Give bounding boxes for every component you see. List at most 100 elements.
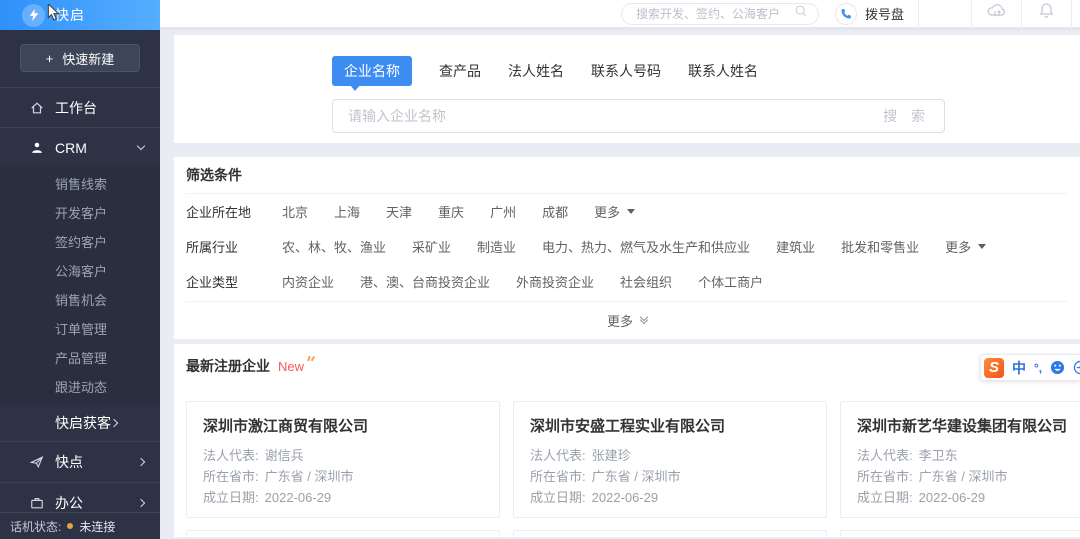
founded-date-value: 2022-06-29 (918, 490, 986, 505)
enterprise-card[interactable] (840, 530, 1080, 537)
sidebar-item-label: 快点 (55, 454, 83, 470)
caret-down-icon (978, 244, 987, 253)
more-label: 更多 (594, 205, 621, 220)
enterprise-card[interactable]: 深圳市激江商贸有限公司 法人代表: 谢信兵 所在省市: 广东省 / 深圳市 成立日期… (186, 401, 500, 518)
filter-option[interactable]: 个体工商户 (698, 272, 763, 291)
topbar: 拨号盘 (160, 0, 1080, 30)
filter-label: 所属行业 (186, 240, 239, 255)
notifications-button[interactable] (1022, 0, 1071, 29)
filter-option[interactable]: 批发和零售业 (841, 237, 919, 256)
cloud-sync-icon (986, 2, 1008, 25)
legal-rep-label: 法人代表: (203, 448, 259, 463)
filter-option[interactable]: 建筑业 (776, 237, 815, 256)
tab-product-search[interactable]: 查产品 (439, 61, 481, 81)
enterprise-name: 深圳市激江商贸有限公司 (203, 418, 369, 435)
enterprise-name: 深圳市安盛工程实业有限公司 (530, 418, 726, 435)
mouse-cursor-icon (47, 2, 61, 26)
sidebar-item-lead-acquisition[interactable]: 快启获客 (0, 405, 160, 441)
legal-rep-value: 李卫东 (918, 448, 958, 463)
region-label: 所在省市: (857, 469, 913, 484)
tab-contact-name[interactable]: 联系人姓名 (688, 61, 758, 81)
expand-more-label: 更多 (606, 314, 633, 329)
sidebar-item-signed-customers[interactable]: 签约客户 (0, 228, 160, 257)
filter-more-location[interactable]: 更多 (594, 202, 636, 221)
enterprise-card[interactable]: 深圳市安盛工程实业有限公司 法人代表: 张建珍 所在省市: 广东省 / 深圳市 成立… (513, 401, 827, 518)
sidebar-item-order-management[interactable]: 订单管理 (0, 315, 160, 344)
sidebar: 快启 + 快速新建 工作台 CRM 销售线索 开发客户 签约客户 公海客户 销售… (0, 0, 160, 539)
enterprise-card[interactable]: 深圳市新艺华建设集团有限公司 法人代表: 李卫东 所在省市: 广东省 / 深圳市 成… (840, 401, 1080, 518)
chevron-right-icon (136, 457, 146, 467)
global-search[interactable] (620, 2, 819, 25)
tab-contact-number[interactable]: 联系人号码 (591, 61, 661, 81)
emoji-icon[interactable] (1050, 360, 1065, 375)
region-value: 广东省 / 深圳市 (918, 469, 1008, 484)
dialpad-button[interactable]: 拨号盘 (834, 2, 904, 25)
sidebar-item-sales-opportunities[interactable]: 销售机会 (0, 286, 160, 315)
enterprise-search-box: 搜 索 (332, 99, 945, 133)
founded-date-label: 成立日期: (857, 490, 913, 505)
filter-option[interactable]: 天津 (386, 202, 412, 221)
app-logo-bar[interactable]: 快启 (0, 0, 160, 30)
sidebar-item-public-customers[interactable]: 公海客户 (0, 257, 160, 286)
ime-language-toggle[interactable]: 中 (1012, 358, 1026, 378)
filter-title: 筛选条件 (186, 157, 1068, 194)
filter-option[interactable]: 外商投资企业 (516, 272, 594, 291)
expand-more-filters-button[interactable]: 更多 (606, 302, 649, 330)
cloud-sync-button[interactable] (972, 0, 1021, 29)
filter-option[interactable]: 上海 (334, 202, 360, 221)
founded-date-label: 成立日期: (530, 490, 586, 505)
sidebar-item-label: 快启获客 (55, 415, 111, 431)
filter-option[interactable]: 内资企业 (282, 272, 334, 291)
filter-more-industry[interactable]: 更多 (945, 237, 987, 256)
sidebar-item-crm[interactable]: CRM (0, 128, 160, 167)
enterprise-name: 深圳市新艺华建设集团有限公司 (857, 418, 1068, 435)
enterprise-card[interactable] (186, 530, 500, 537)
tab-enterprise-name[interactable]: 企业名称 (332, 56, 412, 91)
region-label: 所在省市: (530, 469, 586, 484)
sidebar-item-sales-leads[interactable]: 销售线索 (0, 170, 160, 199)
filter-row-enterprise-type: 企业类型 内资企业 港、澳、台商投资企业 外商投资企业 社会组织 个体工商户 (186, 264, 1068, 299)
double-chevron-down-icon (639, 311, 649, 325)
topbar-tail (1072, 0, 1080, 29)
filter-option[interactable]: 采矿业 (412, 237, 451, 256)
region-label: 所在省市: (203, 469, 259, 484)
phone-status-label: 话机状态: (10, 519, 62, 534)
new-sparkle-icon (306, 355, 310, 361)
tab-legal-person-name[interactable]: 法人姓名 (508, 61, 564, 81)
filter-option[interactable]: 制造业 (477, 237, 516, 256)
chevron-down-icon (136, 141, 146, 151)
sidebar-item-follow-up[interactable]: 跟进动态 (0, 373, 160, 402)
filter-option[interactable]: 北京 (282, 202, 308, 221)
phone-status-value: 未连接 (79, 519, 116, 534)
filter-option[interactable]: 重庆 (438, 202, 464, 221)
quick-create-button[interactable]: + 快速新建 (20, 44, 140, 72)
filter-row-industry: 所属行业 农、林、牧、渔业 采矿业 制造业 电力、热力、燃气及水生产和供应业 建… (186, 229, 1068, 264)
listing-header: 最新注册企业 New (186, 355, 1068, 376)
ime-extra-icon[interactable] (1073, 360, 1080, 375)
chevron-right-icon (136, 498, 146, 507)
new-badge: New (278, 355, 315, 374)
filter-option[interactable]: 广州 (490, 202, 516, 221)
sogou-logo-icon[interactable]: S (984, 357, 1004, 378)
enterprise-card[interactable] (513, 530, 827, 537)
sidebar-item-label: 办公 (55, 494, 83, 511)
sidebar-item-workbench[interactable]: 工作台 (0, 88, 160, 127)
ime-punctuation-toggle[interactable]: °, (1034, 361, 1042, 375)
filter-option[interactable]: 电力、热力、燃气及水生产和供应业 (542, 237, 750, 256)
sidebar-item-product-management[interactable]: 产品管理 (0, 344, 160, 373)
filter-option[interactable]: 社会组织 (620, 272, 672, 291)
global-search-input[interactable] (635, 6, 794, 21)
enterprise-name-input[interactable] (333, 108, 870, 124)
filter-option[interactable]: 成都 (542, 202, 568, 221)
sidebar-item-kuaidian[interactable]: 快点 (0, 442, 160, 482)
new-sparkle-icon (310, 355, 315, 361)
caret-down-icon (627, 209, 636, 218)
crm-submenu: 销售线索 开发客户 签约客户 公海客户 销售机会 订单管理 产品管理 跟进动态 (0, 167, 160, 405)
filter-option[interactable]: 港、澳、台商投资企业 (360, 272, 490, 291)
region-value: 广东省 / 深圳市 (591, 469, 681, 484)
filter-option[interactable]: 农、林、牧、渔业 (282, 237, 386, 256)
sidebar-item-label: CRM (55, 139, 87, 156)
enterprise-card-grid: 深圳市激江商贸有限公司 法人代表: 谢信兵 所在省市: 广东省 / 深圳市 成立日期… (186, 401, 1080, 537)
search-button[interactable]: 搜 索 (869, 106, 944, 126)
sidebar-item-develop-customers[interactable]: 开发客户 (0, 199, 160, 228)
